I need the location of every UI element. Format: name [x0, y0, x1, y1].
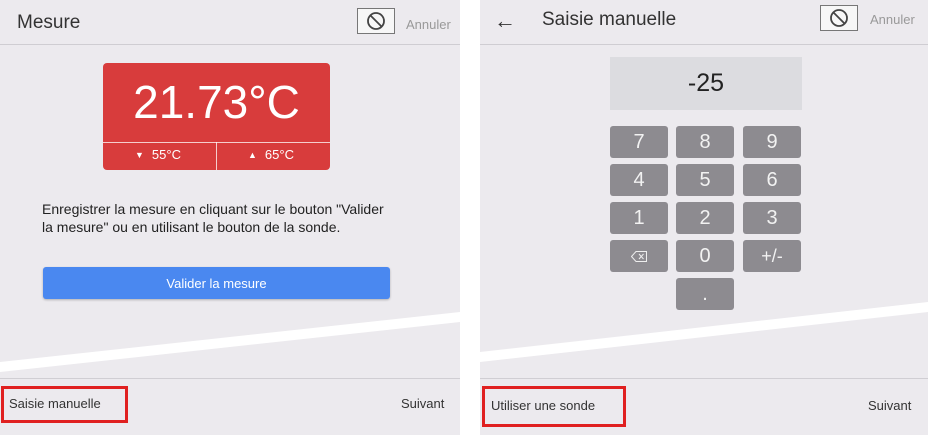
key-8[interactable]: 8 [676, 126, 734, 158]
manual-entry-screen: ← Saisie manuelle Annuler -25 7 8 9 4 5 … [480, 0, 928, 435]
instruction-text: Enregistrer la mesure en cliquant sur le… [42, 201, 384, 235]
footer-divider [0, 378, 460, 379]
key-6[interactable]: 6 [743, 164, 801, 196]
cancel-icon-button[interactable] [357, 8, 395, 34]
key-5[interactable]: 5 [676, 164, 734, 196]
torn-edge [480, 302, 928, 362]
next-button[interactable]: Suivant [401, 396, 444, 411]
backspace-icon [631, 250, 647, 262]
backspace-key[interactable] [610, 240, 668, 272]
cancel-button[interactable]: Annuler [406, 17, 451, 32]
footer-divider [480, 378, 928, 379]
divider [216, 142, 217, 170]
triangle-down-icon: ▼ [135, 150, 144, 160]
key-1[interactable]: 1 [610, 202, 668, 234]
next-button[interactable]: Suivant [868, 398, 911, 413]
key-9[interactable]: 9 [743, 126, 801, 158]
key-0[interactable]: 0 [676, 240, 734, 272]
key-3[interactable]: 3 [743, 202, 801, 234]
high-limit-value: 65°C [264, 147, 294, 162]
manual-header: ← Saisie manuelle Annuler [480, 0, 928, 45]
sign-toggle-key[interactable]: +/- [743, 240, 801, 272]
highlight-box [482, 386, 626, 427]
measure-screen: Mesure Annuler 21.73°C ▼ 55°C ▲ 65°C Enreg… [0, 0, 460, 435]
validate-measure-button[interactable]: Valider la mesure [43, 267, 390, 299]
prohibited-icon [367, 12, 385, 30]
entry-display: -25 [610, 57, 802, 110]
key-7[interactable]: 7 [610, 126, 668, 158]
prohibited-icon [830, 9, 848, 27]
key-4[interactable]: 4 [610, 164, 668, 196]
temperature-value: 21.73°C [133, 76, 300, 128]
torn-edge [0, 312, 460, 372]
measure-header: Mesure Annuler [0, 0, 460, 45]
highlight-box [1, 386, 128, 423]
triangle-up-icon: ▲ [248, 150, 257, 160]
key-2[interactable]: 2 [676, 202, 734, 234]
page-title: Mesure [17, 12, 81, 33]
low-limit: ▼ 55°C [135, 147, 181, 162]
cancel-button[interactable]: Annuler [870, 12, 915, 27]
arrow-left-icon[interactable]: ← [494, 8, 516, 34]
low-limit-value: 55°C [151, 147, 181, 162]
high-limit: ▲ 65°C [248, 147, 294, 162]
page-title: Saisie manuelle [542, 9, 677, 30]
cancel-icon-button[interactable] [820, 5, 858, 31]
temperature-card: 21.73°C ▼ 55°C ▲ 65°C [103, 63, 330, 170]
